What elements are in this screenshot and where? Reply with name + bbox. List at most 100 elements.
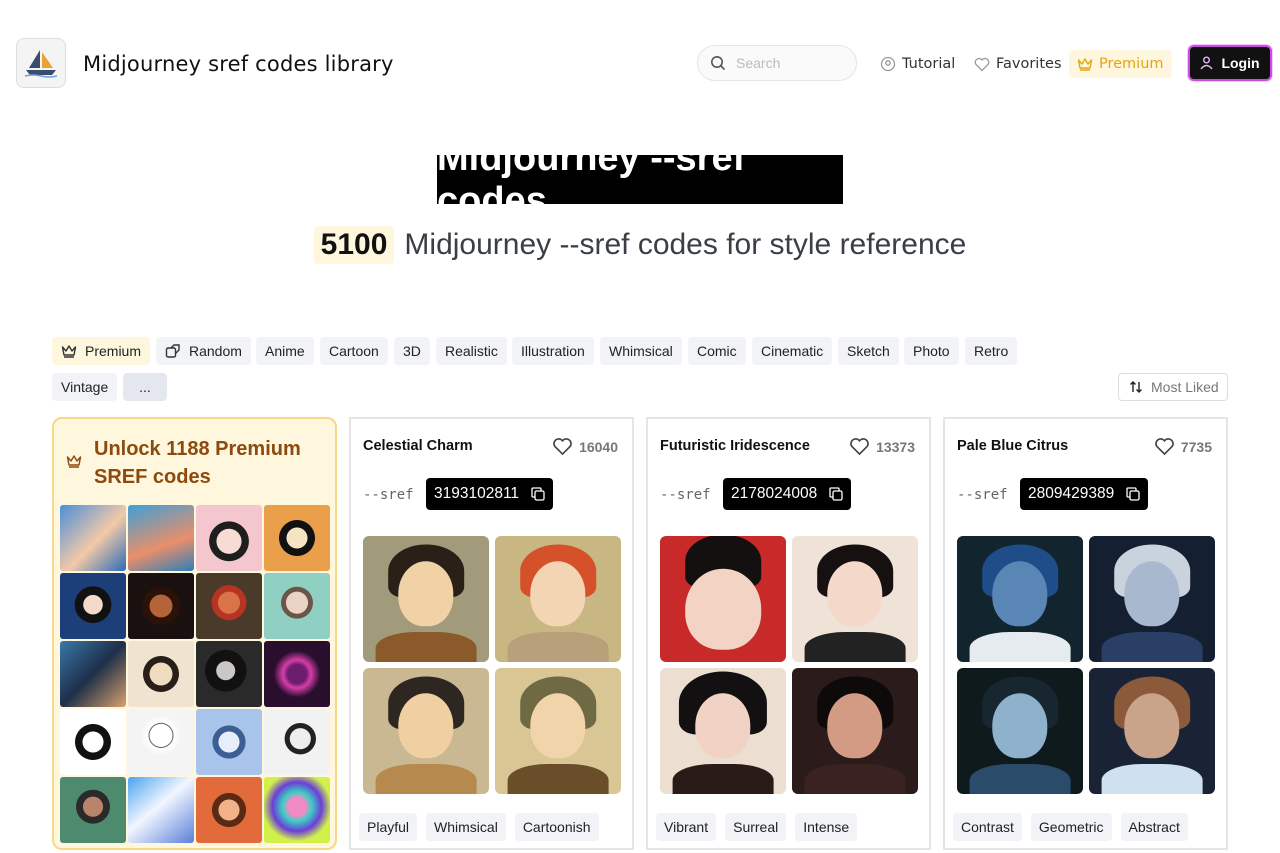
- style-image[interactable]: [495, 536, 621, 662]
- login-label: Login: [1221, 55, 1260, 71]
- card-title[interactable]: Celestial Charm: [363, 438, 473, 454]
- copy-icon: [829, 487, 843, 501]
- like-button[interactable]: 16040: [552, 437, 618, 456]
- style-tag[interactable]: Abstract: [1120, 813, 1188, 841]
- style-image[interactable]: [660, 668, 786, 794]
- style-image[interactable]: [792, 536, 918, 662]
- style-tag[interactable]: Geometric: [1030, 813, 1112, 841]
- card-title[interactable]: Futuristic Iridescence: [660, 438, 810, 454]
- card-tags: Vibrant Surreal Intense: [656, 813, 858, 841]
- sref-card[interactable]: Celestial Charm 16040 --sref 3193102811 …: [349, 417, 634, 850]
- search-box[interactable]: [697, 45, 857, 81]
- sort-icon: [1130, 381, 1142, 393]
- nav-tutorial[interactable]: Tutorial: [880, 50, 955, 78]
- preview-thumbnail: [128, 505, 194, 571]
- heart-icon: [974, 57, 990, 71]
- preview-thumbnail: [128, 573, 194, 639]
- sref-card[interactable]: Futuristic Iridescence 13373 --sref 2178…: [646, 417, 931, 850]
- copy-icon: [531, 487, 545, 501]
- search-icon: [711, 56, 726, 71]
- heart-icon: [850, 438, 869, 456]
- premium-preview-grid: [60, 505, 330, 843]
- style-preview-grid: [660, 536, 918, 794]
- filter-photo[interactable]: Photo: [904, 337, 959, 365]
- filter-random[interactable]: Random: [156, 337, 251, 365]
- nav-favorites-label: Favorites: [996, 56, 1062, 72]
- nav-premium[interactable]: Premium: [1069, 50, 1172, 78]
- style-tag[interactable]: Vibrant: [656, 813, 717, 841]
- heart-icon: [553, 438, 572, 456]
- sref-label: --sref: [957, 487, 1008, 503]
- preview-thumbnail: [196, 777, 262, 843]
- login-button[interactable]: Login: [1188, 45, 1272, 81]
- filter-vintage[interactable]: Vintage: [52, 373, 118, 401]
- sref-label: --sref: [363, 487, 414, 503]
- like-button[interactable]: 7735: [1154, 437, 1212, 456]
- tutorial-icon: [880, 56, 896, 72]
- site-logo[interactable]: [16, 38, 66, 88]
- preview-thumbnail: [264, 505, 330, 571]
- search-input[interactable]: [736, 55, 846, 71]
- sort-label: Most Liked: [1151, 379, 1219, 395]
- preview-thumbnail: [264, 709, 330, 775]
- filter-label: Premium: [85, 343, 142, 359]
- style-tag[interactable]: Surreal: [725, 813, 787, 841]
- filter-cinematic[interactable]: Cinematic: [752, 337, 833, 365]
- card-title[interactable]: Pale Blue Citrus: [957, 438, 1068, 454]
- filter-anime[interactable]: Anime: [256, 337, 314, 365]
- style-image[interactable]: [660, 536, 786, 662]
- hero-subtitle: Midjourney --sref codes for style refere…: [404, 228, 967, 261]
- style-tag[interactable]: Playful: [359, 813, 418, 841]
- hero-subtitle-row: 5100 Midjourney --sref codes for style r…: [0, 226, 1280, 264]
- sref-card[interactable]: Pale Blue Citrus 7735 --sref 2809429389 …: [943, 417, 1228, 850]
- sref-code-button[interactable]: 2809429389: [1020, 478, 1149, 510]
- filter-realistic[interactable]: Realistic: [436, 337, 507, 365]
- filter-more[interactable]: ...: [123, 373, 167, 401]
- filter-whimsical[interactable]: Whimsical: [600, 337, 682, 365]
- like-button[interactable]: 13373: [849, 437, 915, 456]
- filter-premium[interactable]: Premium: [52, 337, 151, 365]
- style-image[interactable]: [957, 536, 1083, 662]
- preview-thumbnail: [60, 573, 126, 639]
- sort-dropdown[interactable]: Most Liked: [1118, 373, 1228, 401]
- style-image[interactable]: [1089, 668, 1215, 794]
- style-tag[interactable]: Contrast: [953, 813, 1022, 841]
- preview-thumbnail: [264, 641, 330, 707]
- premium-unlock-card[interactable]: Unlock 1188 Premium SREF codes: [52, 417, 337, 850]
- preview-thumbnail: [264, 777, 330, 843]
- style-image[interactable]: [792, 668, 918, 794]
- preview-thumbnail: [196, 709, 262, 775]
- style-tag[interactable]: Intense: [795, 813, 858, 841]
- style-tag[interactable]: Cartoonish: [514, 813, 599, 841]
- filter-3d[interactable]: 3D: [394, 337, 430, 365]
- style-image[interactable]: [495, 668, 621, 794]
- nav-tutorial-label: Tutorial: [902, 56, 956, 72]
- sref-code: 2178024008: [731, 485, 818, 502]
- sref-code-button[interactable]: 2178024008: [723, 478, 852, 510]
- sailboat-icon: [24, 50, 58, 78]
- card-tags: Playful Whimsical Cartoonish: [359, 813, 599, 841]
- site-title[interactable]: Midjourney sref codes library: [83, 52, 394, 76]
- style-image[interactable]: [363, 536, 489, 662]
- style-image[interactable]: [1089, 536, 1215, 662]
- style-tag[interactable]: Whimsical: [426, 813, 506, 841]
- filter-cartoon[interactable]: Cartoon: [320, 337, 388, 365]
- crown-icon: [66, 455, 82, 468]
- style-preview-grid: [957, 536, 1215, 794]
- filter-comic[interactable]: Comic: [688, 337, 746, 365]
- preview-thumbnail: [196, 505, 262, 571]
- style-image[interactable]: [957, 668, 1083, 794]
- nav-favorites[interactable]: Favorites: [974, 50, 1062, 78]
- preview-thumbnail: [60, 505, 126, 571]
- preview-thumbnail: [60, 777, 126, 843]
- card-tags: Contrast Geometric Abstract: [953, 813, 1188, 841]
- copy-icon: [1126, 487, 1140, 501]
- style-image[interactable]: [363, 668, 489, 794]
- filter-sketch[interactable]: Sketch: [838, 337, 899, 365]
- sref-code-button[interactable]: 3193102811: [426, 478, 554, 510]
- sref-label: --sref: [660, 487, 711, 503]
- preview-thumbnail: [128, 641, 194, 707]
- preview-thumbnail: [128, 709, 194, 775]
- filter-illustration[interactable]: Illustration: [512, 337, 594, 365]
- filter-retro[interactable]: Retro: [965, 337, 1018, 365]
